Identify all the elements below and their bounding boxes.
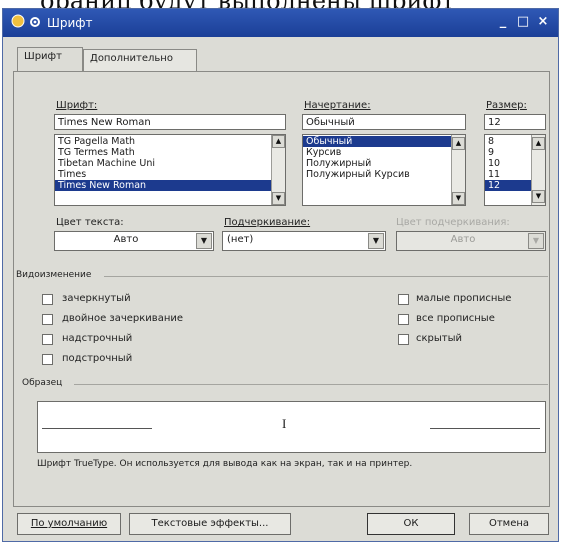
superscript-label: надстрочный <box>62 333 133 344</box>
style-label: Начертание: <box>304 100 371 111</box>
font-list-item[interactable]: Times New Roman <box>55 180 285 191</box>
small-caps-checkbox[interactable] <box>398 294 409 305</box>
tab-advanced-label: Дополнительно <box>90 53 173 64</box>
chevron-down-icon[interactable]: ▼ <box>196 233 212 249</box>
tab-strip: Шрифт Дополнительно <box>17 47 217 72</box>
close-button[interactable]: × <box>535 14 551 30</box>
size-label: Размер: <box>486 100 527 111</box>
effects-divider <box>104 276 548 277</box>
default-button[interactable]: По умолчанию <box>17 513 121 535</box>
subscript-checkbox[interactable] <box>42 354 53 365</box>
subscript-label: подстрочный <box>62 353 133 364</box>
text-effects-button[interactable]: Текстовые эффекты... <box>129 513 291 535</box>
effects-group-label: Видоизменение <box>16 270 92 280</box>
font-list-item[interactable]: TG Termes Math <box>55 147 285 158</box>
hidden-label: скрытый <box>416 333 463 344</box>
font-list-item[interactable]: Times <box>55 169 285 180</box>
style-list-item[interactable]: Курсив <box>303 147 465 158</box>
preview-baseline-right <box>430 428 540 429</box>
style-list-scrollbar[interactable]: ▲ ▼ <box>451 135 465 205</box>
underline-color-select: Авто ▼ <box>396 231 546 251</box>
chevron-down-icon: ▼ <box>528 233 544 249</box>
app-icon <box>11 14 25 28</box>
font-color-select[interactable]: Авто ▼ <box>54 231 214 251</box>
strikethrough-label: зачеркнутый <box>62 293 131 304</box>
style-input[interactable]: Обычный <box>302 114 466 130</box>
font-color-value: Авто <box>113 234 139 245</box>
size-input[interactable]: 12 <box>484 114 546 130</box>
double-strikethrough-label: двойное зачеркивание <box>62 313 184 324</box>
underline-color-value: Авто <box>450 234 476 245</box>
cancel-button[interactable]: Отмена <box>469 513 549 535</box>
sample-preview: I <box>37 401 546 453</box>
minimize-button[interactable]: _ <box>495 14 511 30</box>
preview-caret: I <box>282 416 287 431</box>
underline-label: Подчеркивание: <box>224 217 311 228</box>
all-caps-label: все прописные <box>416 313 495 324</box>
background-document-text: ораниц будут выполнены шрифт <box>40 0 561 8</box>
scroll-down-arrow-icon[interactable]: ▼ <box>272 192 285 205</box>
all-caps-checkbox[interactable] <box>398 314 409 325</box>
underline-color-label: Цвет подчеркивания: <box>396 217 510 228</box>
title-bar[interactable]: Шрифт _ □ × <box>3 9 558 37</box>
tab-font[interactable]: Шрифт <box>17 47 83 72</box>
underline-select[interactable]: (нет) ▼ <box>222 231 386 251</box>
scroll-down-arrow-icon[interactable]: ▼ <box>452 192 465 205</box>
double-strikethrough-checkbox[interactable] <box>42 314 53 325</box>
font-dialog: Шрифт _ □ × Шрифт Дополнительно Шрифт: T… <box>2 8 559 542</box>
maximize-button[interactable]: □ <box>515 14 531 30</box>
size-list-scrollbar[interactable]: ▲ ▼ <box>531 135 545 205</box>
ok-button[interactable]: ОК <box>367 513 455 535</box>
font-color-label: Цвет текста: <box>56 217 124 228</box>
style-list-item[interactable]: Обычный <box>303 136 465 147</box>
scroll-up-arrow-icon[interactable]: ▲ <box>272 135 285 148</box>
font-list[interactable]: TG Pagella Math TG Termes Math Tibetan Mac… <box>54 134 286 206</box>
font-label: Шрифт: <box>56 100 98 111</box>
style-list-item[interactable]: Полужирный <box>303 158 465 169</box>
hidden-checkbox[interactable] <box>398 334 409 345</box>
font-type-note: Шрифт TrueType. Он используется для выво… <box>37 459 413 469</box>
style-list-item[interactable]: Полужирный Курсив <box>303 169 465 180</box>
sample-group-label: Образец <box>22 378 63 388</box>
superscript-checkbox[interactable] <box>42 334 53 345</box>
strikethrough-checkbox[interactable] <box>42 294 53 305</box>
sample-divider <box>74 384 548 385</box>
font-list-items: TG Pagella Math TG Termes Math Tibetan Mac… <box>55 135 285 191</box>
gear-icon <box>30 17 40 27</box>
scroll-up-arrow-icon[interactable]: ▲ <box>532 137 545 150</box>
tab-font-label: Шрифт <box>24 51 62 62</box>
font-list-item[interactable]: Tibetan Machine Uni <box>55 158 285 169</box>
small-caps-label: малые прописные <box>416 293 512 304</box>
style-list[interactable]: Обычный Курсив Полужирный Полужирный Курсив… <box>302 134 466 206</box>
font-list-scrollbar[interactable]: ▲ ▼ <box>271 135 285 205</box>
size-list[interactable]: 8 9 10 11 12 ▲ ▼ <box>484 134 546 206</box>
font-input[interactable]: Times New Roman <box>54 114 286 130</box>
scroll-down-arrow-icon[interactable]: ▼ <box>532 190 545 203</box>
scroll-up-arrow-icon[interactable]: ▲ <box>452 137 465 150</box>
font-list-item[interactable]: TG Pagella Math <box>55 136 285 147</box>
tab-advanced[interactable]: Дополнительно <box>83 49 197 71</box>
underline-value: (нет) <box>227 234 254 245</box>
chevron-down-icon[interactable]: ▼ <box>368 233 384 249</box>
preview-baseline-left <box>42 428 152 429</box>
window-title: Шрифт <box>47 16 93 30</box>
style-list-items: Обычный Курсив Полужирный Полужирный Курсив <box>303 135 465 180</box>
